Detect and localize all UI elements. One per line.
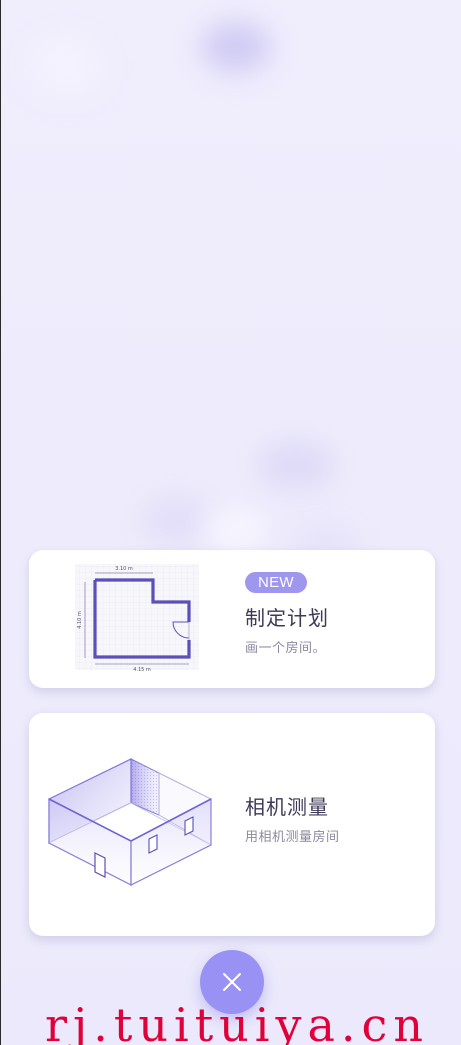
background-blur [201, 22, 271, 72]
3d-room-graphic [48, 758, 212, 886]
floor-plan-illustration: 3.10 m 4.10 m 4.15 m [73, 560, 201, 674]
room-door [94, 852, 106, 878]
new-badge: NEW [245, 572, 307, 593]
make-plan-card[interactable]: 3.10 m 4.10 m 4.15 m NEW 制定计划 画一个房间。 [29, 550, 435, 688]
3d-room-illustration [47, 753, 217, 895]
make-plan-subtitle: 画一个房间。 [245, 641, 327, 656]
dimension-label-bottom: 4.15 m [133, 667, 151, 673]
close-icon [223, 973, 241, 991]
background-blur [206, 510, 266, 550]
app-screen: 3.10 m 4.10 m 4.15 m NEW 制定计划 画一个房间。 相机测… [0, 0, 461, 1045]
floor-plan-graphic: 3.10 m 4.10 m 4.15 m [75, 564, 199, 673]
camera-measure-card[interactable]: 相机测量 用相机测量房间 [29, 713, 435, 936]
background-blur [141, 495, 211, 545]
camera-measure-subtitle: 用相机测量房间 [245, 830, 340, 845]
dimension-label-top: 3.10 m [115, 566, 133, 572]
make-plan-text: NEW 制定计划 画一个房间。 [245, 572, 329, 656]
dimension-label-left: 4.10 m [77, 611, 83, 629]
camera-measure-title: 相机测量 [245, 795, 329, 819]
camera-measure-text: 相机测量 用相机测量房间 [245, 791, 340, 845]
make-plan-title: 制定计划 [245, 606, 329, 630]
watermark-text: rj.tuituiya.cn [45, 998, 429, 1045]
background-blur [256, 440, 336, 490]
background-blur [31, 40, 101, 90]
